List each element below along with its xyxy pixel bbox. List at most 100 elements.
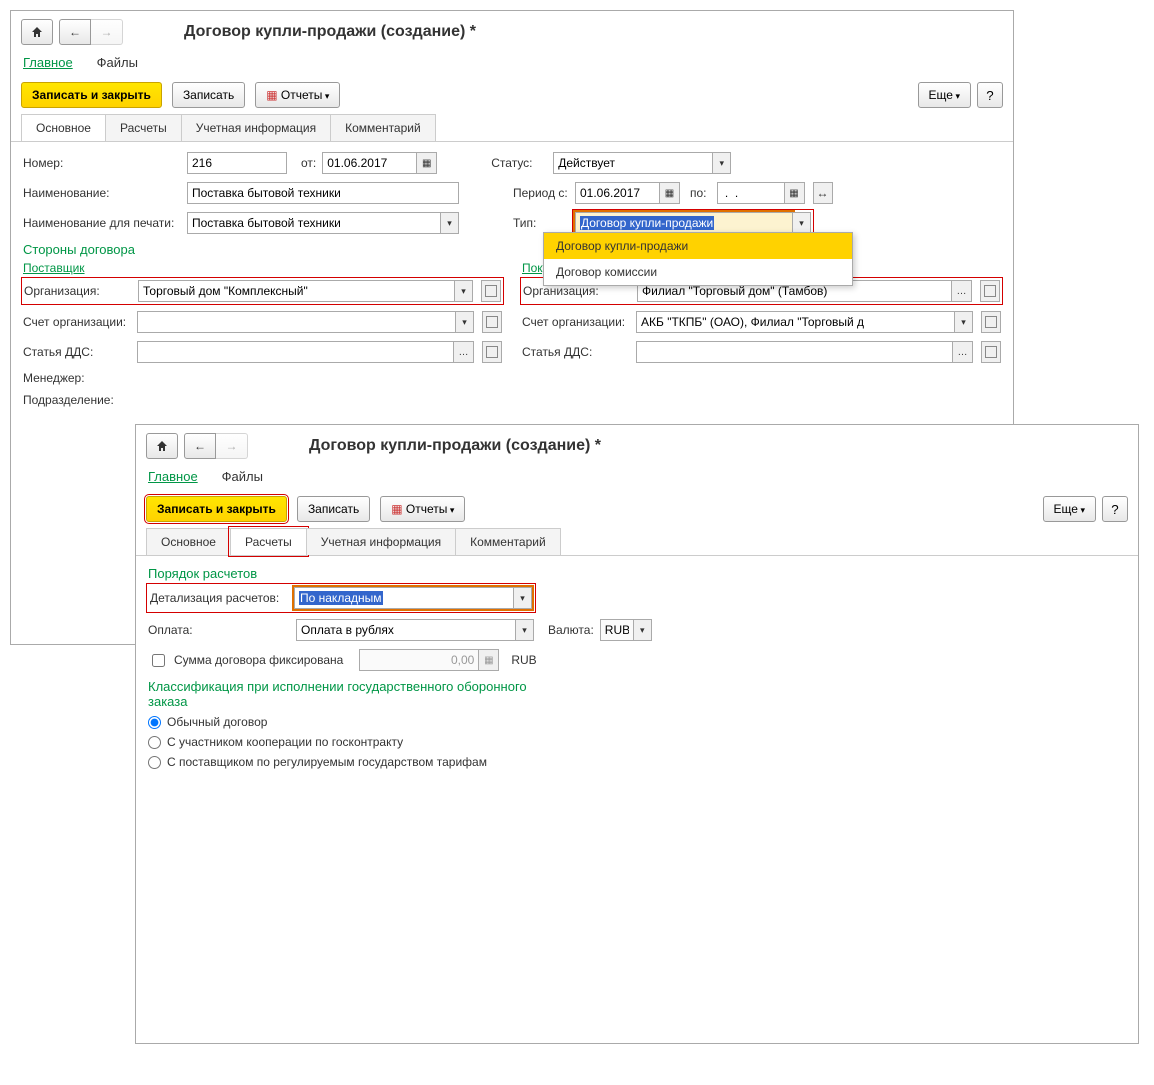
type-option-sale[interactable]: Договор купли-продажи	[544, 233, 852, 259]
open-dds-supplier[interactable]	[482, 341, 502, 363]
tab-calc[interactable]: Расчеты	[105, 114, 182, 141]
forward-button: →	[91, 19, 123, 45]
home-button[interactable]	[146, 433, 178, 459]
forward-button: →	[216, 433, 248, 459]
radio-regular-label: Обычный договор	[167, 715, 267, 729]
save-button[interactable]: Записать	[172, 82, 245, 108]
acc-supplier-input[interactable]	[137, 311, 456, 333]
open-acc-buyer[interactable]	[981, 311, 1001, 333]
dds-supplier-label: Статья ДДС:	[23, 345, 131, 359]
chevron-down-icon[interactable]: ▾	[456, 311, 474, 333]
payment-dropdown-icon[interactable]: ▾	[516, 619, 534, 641]
type-input[interactable]: Договор купли-продажи	[575, 212, 793, 234]
acc-buyer-input[interactable]	[636, 311, 955, 333]
name-input[interactable]	[187, 182, 459, 204]
fixed-sum-currency: RUB	[511, 653, 536, 667]
save-close-button[interactable]: Записать и закрыть	[21, 82, 162, 108]
type-dropdown-icon[interactable]: ▾	[793, 212, 811, 234]
expand-period-button[interactable]: ↔	[813, 182, 833, 204]
ellipsis-icon[interactable]: …	[953, 341, 973, 363]
parties-header: Стороны договора	[23, 242, 1001, 257]
save-close-button[interactable]: Записать и закрыть	[146, 496, 287, 522]
number-input[interactable]	[187, 152, 287, 174]
payment-input[interactable]	[296, 619, 516, 641]
tab-main[interactable]: Основное	[21, 114, 106, 141]
period-from-label: Период с:	[513, 186, 569, 200]
open-icon	[485, 285, 497, 297]
calculator-icon: ▦	[479, 649, 499, 671]
open-icon	[486, 316, 498, 328]
dds-buyer-label: Статья ДДС:	[522, 345, 630, 359]
period-from-input[interactable]	[575, 182, 660, 204]
currency-dropdown-icon[interactable]: ▾	[634, 619, 652, 641]
arrow-right-icon: →	[226, 439, 238, 453]
calendar-icon[interactable]: ▦	[417, 152, 437, 174]
section-files[interactable]: Файлы	[97, 55, 138, 70]
radio-regulated[interactable]	[148, 756, 161, 769]
supplier-header[interactable]: Поставщик	[23, 261, 85, 275]
open-icon	[985, 316, 997, 328]
tab-account[interactable]: Учетная информация	[181, 114, 331, 141]
type-option-commission[interactable]: Договор комиссии	[544, 259, 852, 285]
date-from-input[interactable]	[322, 152, 417, 174]
tab-comment[interactable]: Комментарий	[330, 114, 436, 141]
tab-calc[interactable]: Расчеты	[230, 528, 307, 555]
radio-cooperation-label: С участником кооперации по госконтракту	[167, 735, 403, 749]
open-org-buyer[interactable]	[980, 280, 1000, 302]
ellipsis-icon[interactable]: …	[454, 341, 474, 363]
arrow-left-icon: ←	[194, 439, 206, 453]
chevron-down-icon[interactable]: ▾	[955, 311, 973, 333]
more-button[interactable]: Еще	[918, 82, 971, 108]
chevron-down-icon[interactable]: ▾	[455, 280, 473, 302]
period-to-input[interactable]	[717, 182, 785, 204]
back-button[interactable]: ←	[59, 19, 91, 45]
radio-regular[interactable]	[148, 716, 161, 729]
open-icon	[486, 346, 498, 358]
tab-account[interactable]: Учетная информация	[306, 528, 456, 555]
more-button[interactable]: Еще	[1043, 496, 1096, 522]
detail-label: Детализация расчетов:	[150, 591, 288, 605]
status-input[interactable]	[553, 152, 713, 174]
detail-dropdown-icon[interactable]: ▾	[514, 587, 532, 609]
radio-cooperation[interactable]	[148, 736, 161, 749]
reports-button[interactable]: ▦ Отчеты	[255, 82, 340, 108]
save-button[interactable]: Записать	[297, 496, 370, 522]
section-files[interactable]: Файлы	[222, 469, 263, 484]
home-button[interactable]	[21, 19, 53, 45]
org-supplier-input[interactable]	[138, 280, 455, 302]
tab-main[interactable]: Основное	[146, 528, 231, 555]
print-name-input[interactable]	[187, 212, 441, 234]
open-org-supplier[interactable]	[481, 280, 501, 302]
print-name-label: Наименование для печати:	[23, 216, 181, 230]
home-icon	[30, 25, 44, 39]
fixed-sum-label: Сумма договора фиксирована	[174, 653, 343, 667]
report-icon: ▦	[266, 88, 277, 102]
section-main[interactable]: Главное	[23, 55, 73, 70]
acc-supplier-label: Счет организации:	[23, 315, 131, 329]
ellipsis-icon[interactable]: …	[952, 280, 972, 302]
calendar-icon[interactable]: ▦	[785, 182, 805, 204]
detail-input[interactable]: По накладным	[294, 587, 514, 609]
help-button[interactable]: ?	[1102, 496, 1128, 522]
tab-comment[interactable]: Комментарий	[455, 528, 561, 555]
number-label: Номер:	[23, 156, 181, 170]
radio-regulated-label: С поставщиком по регулируемым государств…	[167, 755, 487, 769]
status-dropdown-icon[interactable]: ▾	[713, 152, 731, 174]
window-title: Договор купли-продажи (создание) *	[309, 437, 601, 455]
reports-button[interactable]: ▦ Отчеты	[380, 496, 465, 522]
dds-supplier-input[interactable]	[137, 341, 454, 363]
fixed-sum-input	[359, 649, 479, 671]
payment-label: Оплата:	[148, 623, 290, 637]
fixed-sum-checkbox[interactable]	[152, 654, 165, 667]
dept-label: Подразделение:	[23, 393, 181, 407]
back-button[interactable]: ←	[184, 433, 216, 459]
dds-buyer-input[interactable]	[636, 341, 953, 363]
open-acc-supplier[interactable]	[482, 311, 502, 333]
section-main[interactable]: Главное	[148, 469, 198, 484]
currency-label: Валюта:	[548, 623, 594, 637]
help-button[interactable]: ?	[977, 82, 1003, 108]
open-dds-buyer[interactable]	[981, 341, 1001, 363]
calendar-icon[interactable]: ▦	[660, 182, 680, 204]
arrow-left-icon: ←	[69, 25, 81, 39]
print-name-dropdown-icon[interactable]: ▾	[441, 212, 459, 234]
